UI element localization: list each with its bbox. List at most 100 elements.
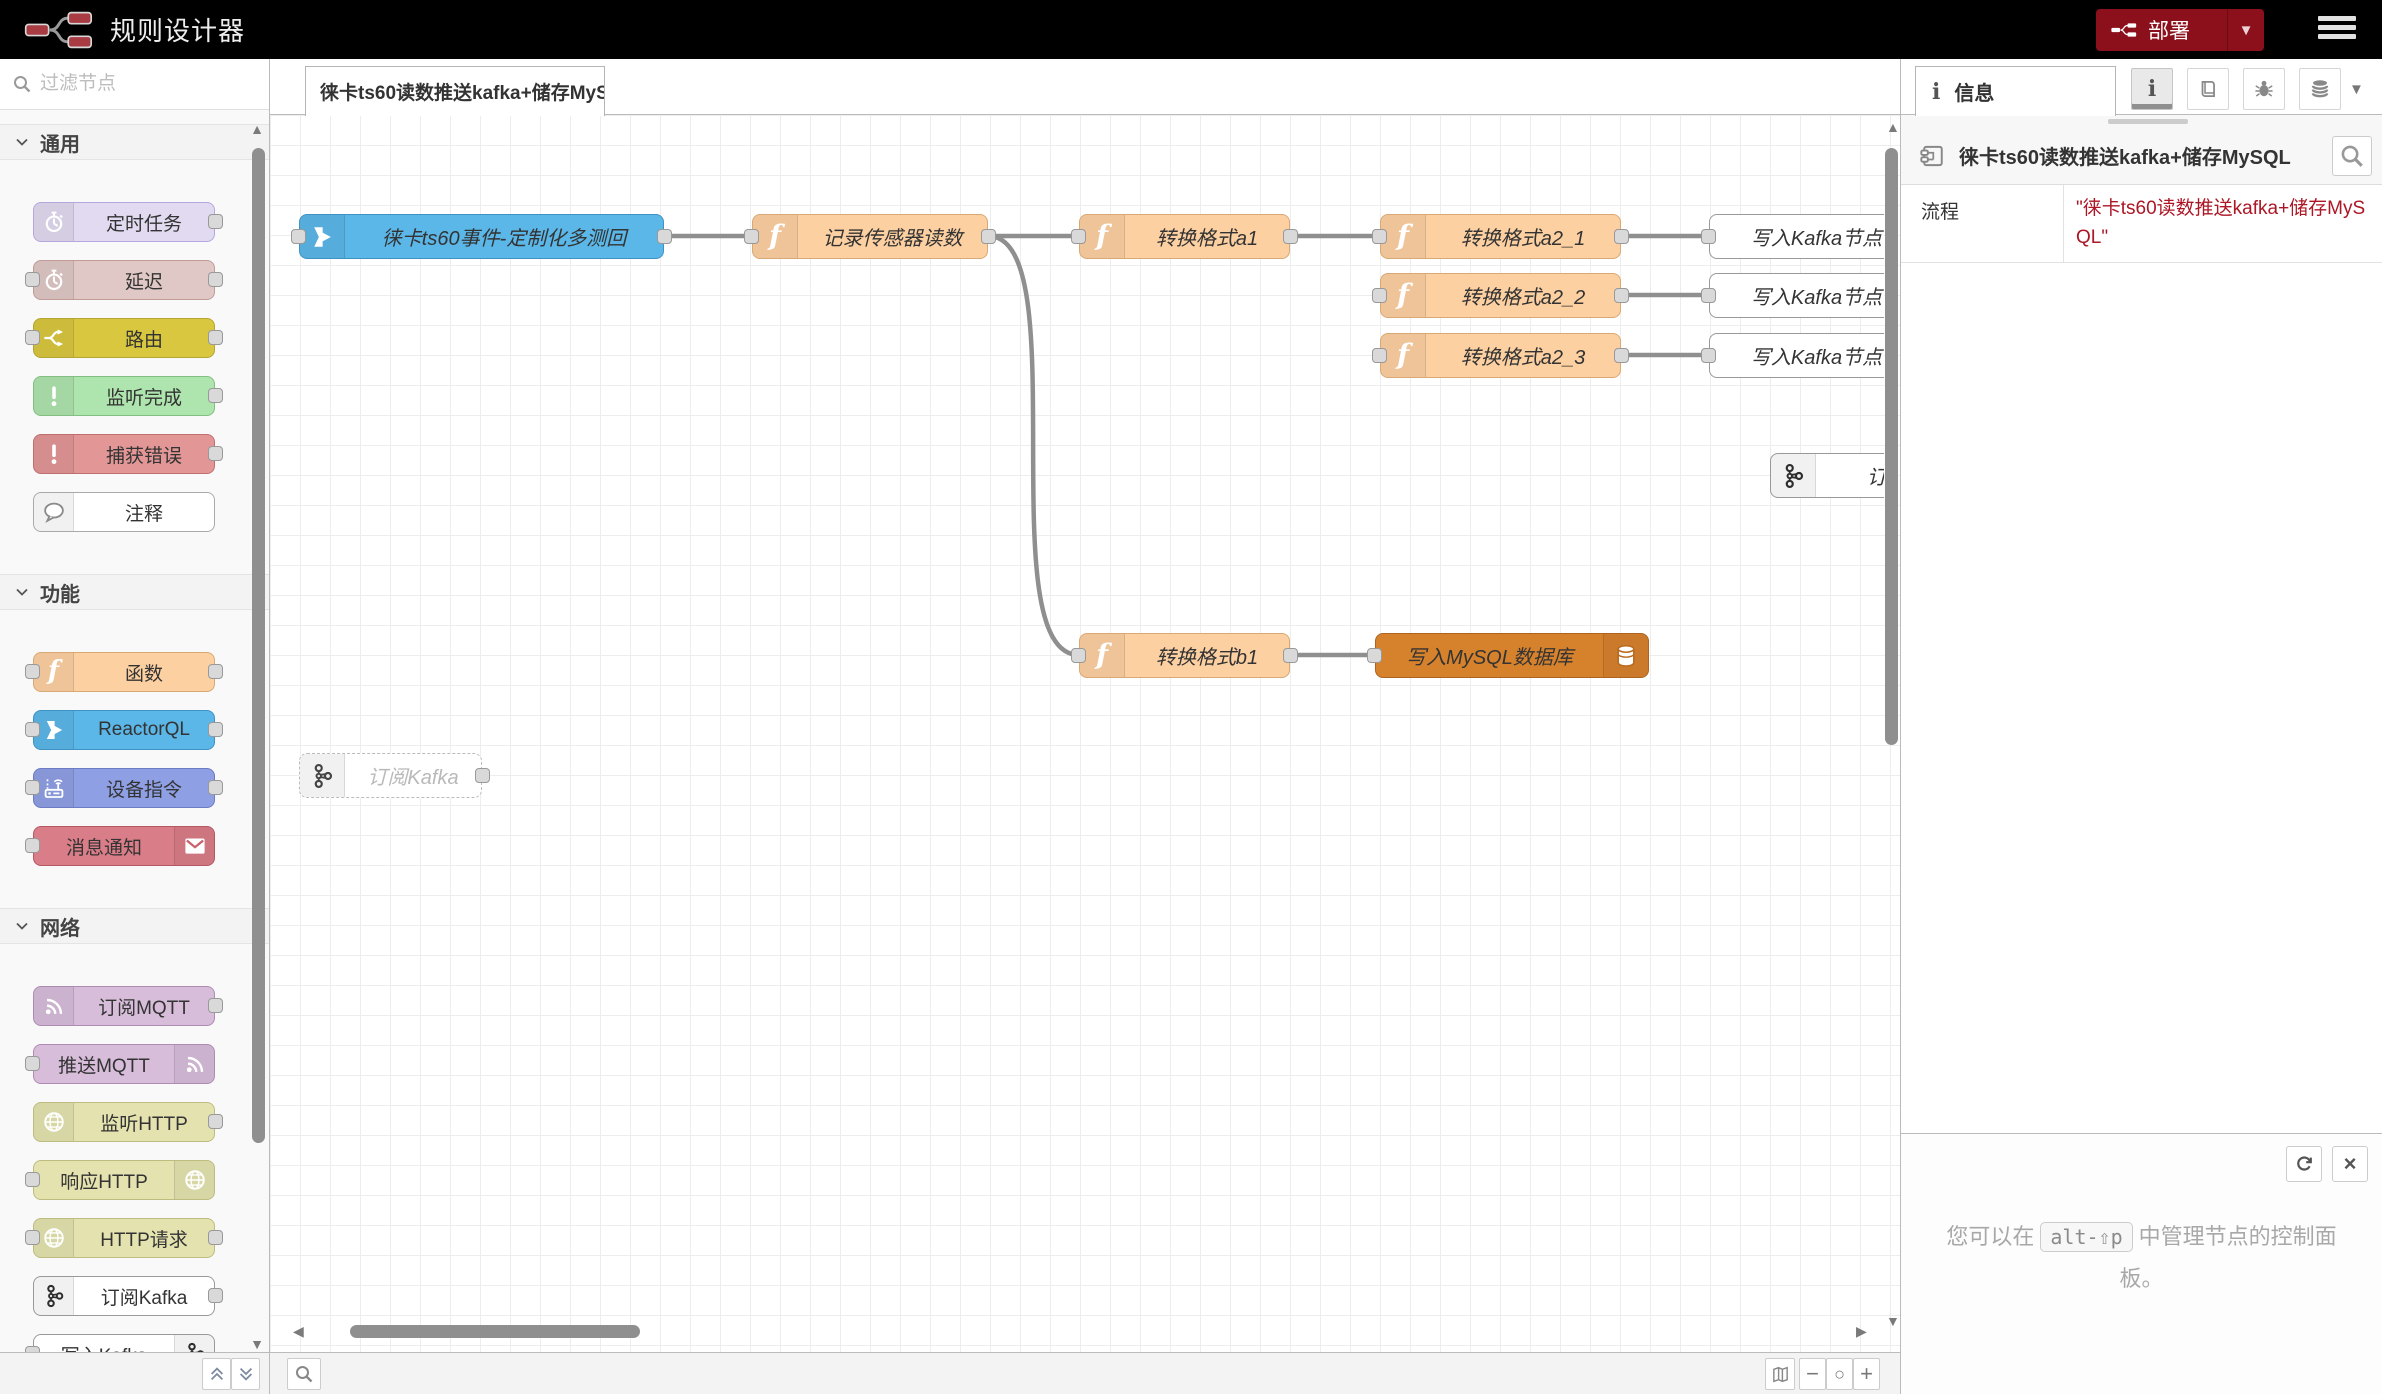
output-port[interactable] [1614,348,1629,363]
canvas-node[interactable]: 写入Kafka节点 [1709,273,1884,318]
input-port[interactable] [1071,648,1086,663]
node-body[interactable]: 写入Kafka [33,1334,215,1352]
output-port[interactable] [208,388,223,403]
node-body[interactable]: 写入Kafka节点 [1709,273,1884,318]
palette-node[interactable]: 路由 [33,318,215,358]
tip-refresh-button[interactable] [2286,1146,2322,1182]
node-body[interactable]: 设备指令 [33,768,215,808]
node-body[interactable]: 写入Kafka节点 [1709,214,1884,259]
input-port[interactable] [25,838,40,853]
node-body[interactable]: f函数 [33,652,215,692]
output-port[interactable] [1614,288,1629,303]
input-port[interactable] [1367,648,1382,663]
sidebar-more-tabs-icon[interactable]: ▼ [2349,81,2364,98]
output-port[interactable] [1283,229,1298,244]
main-menu-button[interactable] [2318,16,2356,44]
node-body[interactable]: 注释 [33,492,215,532]
output-port[interactable] [208,998,223,1013]
canvas-hscrollbar-thumb[interactable] [350,1325,640,1338]
canvas-node[interactable]: f记录传感器读数 [752,214,988,259]
canvas-vscrollbar-thumb[interactable] [1885,148,1898,745]
output-port[interactable] [208,330,223,345]
node-body[interactable]: 写入MySQL数据库 [1375,633,1649,678]
input-port[interactable] [25,330,40,345]
palette-collapse-all-button[interactable] [202,1358,231,1390]
input-port[interactable] [25,272,40,287]
canvas-node[interactable]: f转换格式a2_3 [1380,333,1621,378]
canvas-node[interactable]: 订阅Kafka [1770,453,1884,498]
deploy-button[interactable]: 部署 ▼ [2096,9,2264,51]
output-port[interactable] [1614,229,1629,244]
node-body[interactable]: 订阅Kafka [1770,453,1884,498]
input-port[interactable] [1372,288,1387,303]
input-port[interactable] [25,1230,40,1245]
node-body[interactable]: 延迟 [33,260,215,300]
output-port[interactable] [208,272,223,287]
palette-node[interactable]: HTTP请求 [33,1218,215,1258]
canvas-node[interactable]: f转换格式b1 [1079,633,1290,678]
output-port[interactable] [208,1114,223,1129]
canvas-node[interactable]: f转换格式a2_1 [1380,214,1621,259]
deploy-caret-icon[interactable]: ▼ [2228,22,2264,39]
sidebar-tool-help[interactable] [2187,68,2229,110]
input-port[interactable] [25,1172,40,1187]
input-port[interactable] [1372,348,1387,363]
canvas-node[interactable]: f转换格式a1 [1079,214,1290,259]
palette-node[interactable]: 写入Kafka [33,1334,215,1352]
output-port[interactable] [981,229,996,244]
node-body[interactable]: 监听HTTP [33,1102,215,1142]
zoom-reset-button[interactable]: ○ [1826,1358,1853,1390]
palette-filter-input[interactable] [40,73,250,95]
output-port[interactable] [1283,648,1298,663]
node-body[interactable]: 推送MQTT [33,1044,215,1084]
palette-node[interactable]: 消息通知 [33,826,215,866]
palette-node[interactable]: 捕获错误 [33,434,215,474]
canvas-node[interactable]: 写入Kafka节点 [1709,333,1884,378]
palette-scroll-up-icon[interactable]: ▲ [250,122,264,136]
sidebar-tool-config[interactable] [2299,68,2341,110]
input-port[interactable] [25,780,40,795]
node-body[interactable]: f转换格式a2_2 [1380,273,1621,318]
input-port[interactable] [291,229,306,244]
node-body[interactable]: f记录传感器读数 [752,214,988,259]
flow-canvas[interactable]: 徕卡ts60事件-定制化多测回f记录传感器读数f转换格式a1f转换格式a2_1f… [270,115,1900,1352]
canvas-node[interactable]: f转换格式a2_2 [1380,273,1621,318]
palette-node[interactable]: 监听HTTP [33,1102,215,1142]
palette-scrollbar-thumb[interactable] [252,148,265,1143]
canvas-scroll-right-icon[interactable]: ▶ [1856,1324,1867,1338]
node-body[interactable]: 消息通知 [33,826,215,866]
palette-node[interactable]: 响应HTTP [33,1160,215,1200]
canvas-search-button[interactable] [287,1358,321,1390]
output-port[interactable] [475,768,490,783]
node-body[interactable]: f转换格式a2_3 [1380,333,1621,378]
palette-node[interactable]: 设备指令 [33,768,215,808]
canvas-node[interactable]: 写入Kafka节点 [1709,214,1884,259]
output-port[interactable] [208,780,223,795]
info-search-button[interactable] [2332,136,2372,176]
sidebar-tool-info[interactable]: i [2131,68,2173,110]
output-port[interactable] [208,1288,223,1303]
node-body[interactable]: 订阅MQTT [33,986,215,1026]
flow-tab[interactable]: 徕卡ts60读数推送kafka+储存MySQL [305,66,605,116]
sidebar-tab-info[interactable]: i 信息 [1915,66,2116,116]
input-port[interactable] [744,229,759,244]
palette-node[interactable]: 订阅Kafka [33,1276,215,1316]
node-body[interactable]: f转换格式b1 [1079,633,1290,678]
palette-category-通用[interactable]: 通用 [0,124,269,160]
palette-expand-all-button[interactable] [231,1358,260,1390]
output-port[interactable] [208,1230,223,1245]
palette-node[interactable]: 订阅MQTT [33,986,215,1026]
node-body[interactable]: 捕获错误 [33,434,215,474]
palette-node[interactable]: 定时任务 [33,202,215,242]
canvas-scroll-down-icon[interactable]: ▼ [1886,1314,1900,1328]
node-body[interactable]: f转换格式a2_1 [1380,214,1621,259]
palette-node[interactable]: 延迟 [33,260,215,300]
canvas-node[interactable]: 写入MySQL数据库 [1375,633,1649,678]
node-body[interactable]: HTTP请求 [33,1218,215,1258]
input-port[interactable] [1701,348,1716,363]
palette-node[interactable]: 监听完成 [33,376,215,416]
palette-search[interactable] [0,59,269,110]
palette-category-网络[interactable]: 网络 [0,908,269,944]
node-body[interactable]: 订阅Kafka [33,1276,215,1316]
input-port[interactable] [25,664,40,679]
